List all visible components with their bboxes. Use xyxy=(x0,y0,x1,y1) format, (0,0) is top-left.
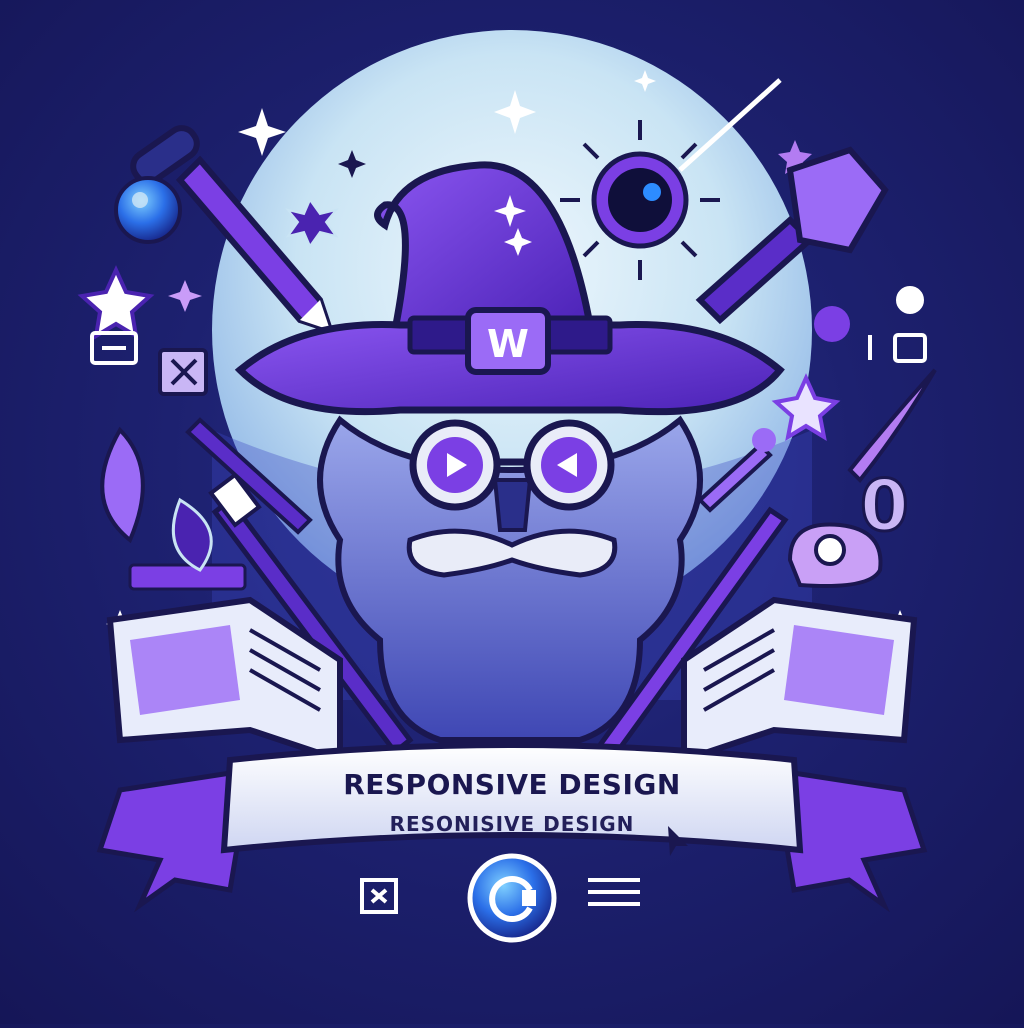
banner-title: RESPONSIVE DESIGN xyxy=(343,768,681,801)
refresh-icon xyxy=(467,853,557,943)
wizard-illustration: 0 xyxy=(77,30,937,943)
illustration-canvas: 0 xyxy=(0,0,1024,1024)
hat-badge-letter: W xyxy=(487,322,529,366)
cursor-icon xyxy=(868,286,927,363)
banner-subtitle: RESONISIVE DESIGN xyxy=(389,812,635,836)
crystal-orb-icon xyxy=(114,176,182,244)
leaf-icon xyxy=(100,426,213,572)
